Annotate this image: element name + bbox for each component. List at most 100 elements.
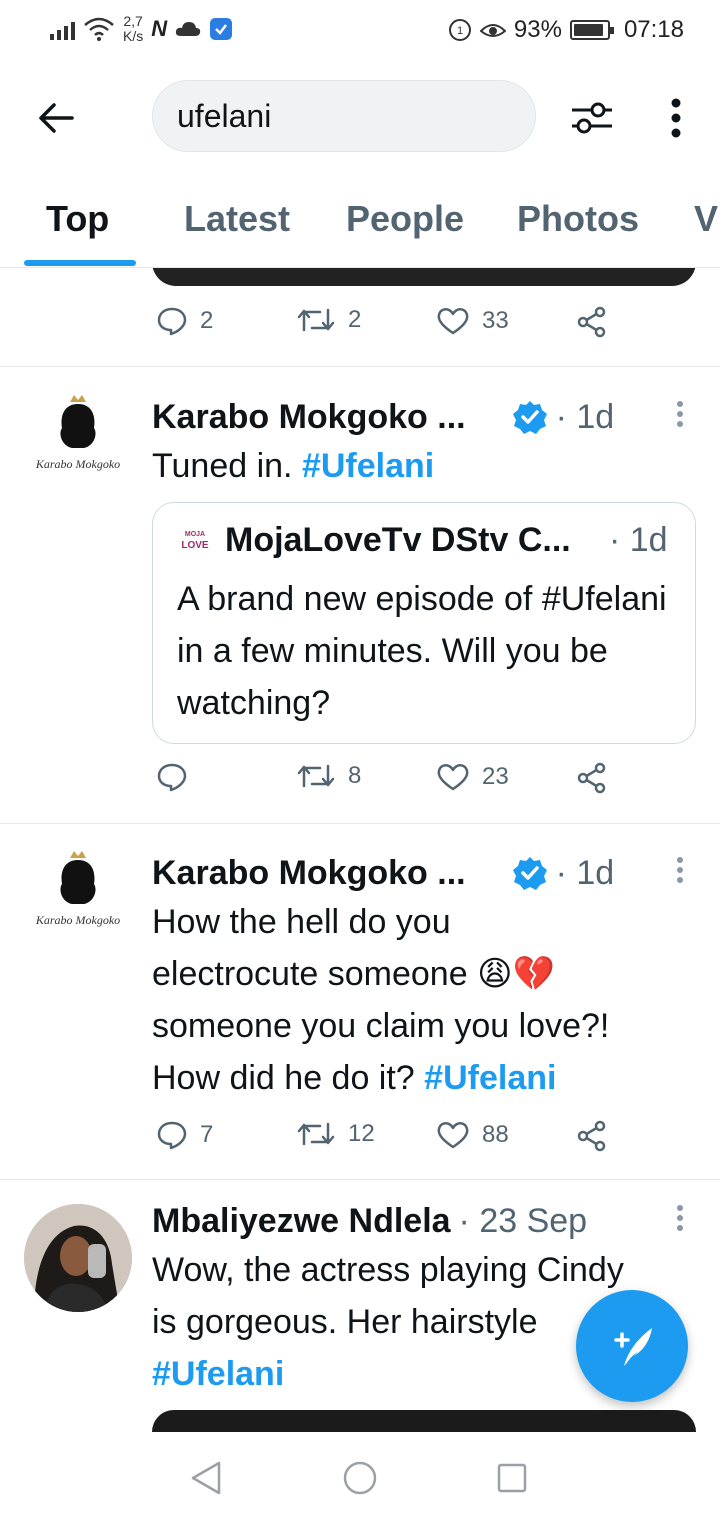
verified-icon	[512, 401, 547, 434]
more-vertical-icon	[677, 401, 683, 427]
like-icon	[437, 763, 469, 791]
wifi-icon	[84, 17, 114, 41]
like-count: 88	[482, 1121, 509, 1148]
avatar-caption: Karabo Mokgoko	[35, 913, 120, 927]
tab-people[interactable]: People	[346, 198, 464, 240]
tweet-more-button[interactable]	[668, 1198, 692, 1238]
svg-text:1: 1	[457, 25, 463, 37]
hashtag-link[interactable]: #Ufelani	[424, 1059, 556, 1097]
clock: 07:18	[623, 16, 684, 43]
nav-recents-button[interactable]	[492, 1458, 532, 1498]
reply-icon	[157, 307, 187, 336]
cell-signal-icon	[50, 18, 75, 40]
author-logo: Karabo Mokgoko	[24, 850, 132, 958]
data-saver-icon: 1	[448, 19, 471, 41]
like-count: 23	[482, 763, 509, 790]
like-icon	[437, 307, 469, 335]
filter-icon	[572, 102, 612, 134]
tweet-actions: 8 23	[152, 762, 632, 802]
nav-back-button[interactable]	[186, 1458, 226, 1498]
quote-avatar: MOJA LOVE	[181, 529, 209, 557]
system-nav-bar	[0, 1432, 720, 1520]
quote-text: A brand new episode of #Ufelani in a few…	[177, 580, 667, 722]
search-header	[0, 62, 720, 172]
tweet-time: · 23 Sep	[458, 1201, 588, 1240]
tweet-media[interactable]	[152, 268, 696, 286]
quote-logo-line1: MOJA	[184, 531, 206, 538]
cloud-icon	[175, 22, 201, 36]
tweet-line: someone you claim you love?!	[152, 1007, 610, 1045]
avatar-caption: Karabo Mokgoko	[35, 457, 120, 471]
share-button[interactable]	[576, 306, 608, 338]
nfc-icon: N	[151, 16, 168, 41]
nav-home-button[interactable]	[340, 1458, 380, 1498]
divider	[0, 1179, 720, 1180]
search-filter-button[interactable]	[566, 92, 618, 144]
like-button[interactable]: 33	[436, 306, 509, 336]
author-name[interactable]: Karabo Mokgoko ...	[152, 398, 466, 437]
tab-videos[interactable]: V	[694, 198, 718, 240]
battery-percent: 93%	[513, 16, 562, 43]
like-button[interactable]: 88	[436, 1120, 509, 1150]
speed-value: 2,7	[123, 13, 143, 29]
network-speed: 2,7 K/s	[123, 14, 143, 44]
share-button[interactable]	[576, 1120, 608, 1152]
divider	[0, 823, 720, 824]
tab-latest[interactable]: Latest	[184, 198, 290, 240]
reply-button[interactable]	[156, 762, 200, 792]
quote-logo-line2: LOVE	[181, 540, 209, 551]
like-button[interactable]: 23	[436, 762, 509, 792]
verified-icon	[512, 857, 547, 890]
divider	[0, 366, 720, 367]
retweet-button[interactable]: 8	[296, 762, 361, 790]
nav-back-icon	[191, 1461, 221, 1495]
retweet-count: 8	[348, 762, 362, 789]
nav-recents-icon	[497, 1463, 527, 1493]
search-results-feed[interactable]: 2 2 33 Karabo Mokgoko Karabo Mokgoko ...	[0, 268, 720, 1432]
emoji: 😩💔	[477, 955, 555, 993]
reply-count: 2	[200, 307, 214, 334]
search-box[interactable]	[152, 80, 536, 152]
active-tab-indicator	[24, 260, 136, 266]
tweet-line: Wow, the actress playing Cindy	[152, 1251, 624, 1289]
more-options-button[interactable]	[656, 92, 696, 144]
search-input[interactable]	[177, 95, 517, 137]
app-notification-icon	[210, 18, 233, 40]
nav-home-icon	[343, 1461, 377, 1495]
retweet-button[interactable]: 2	[296, 306, 361, 334]
reply-button[interactable]: 2	[156, 306, 213, 336]
retweet-button[interactable]: 12	[296, 1120, 375, 1148]
tweet-text: Tuned in. #Ufelani	[152, 440, 434, 492]
eye-comfort-icon	[479, 24, 506, 37]
tweet-line: electrocute someone 😩💔	[152, 948, 672, 1000]
tweet-header: Karabo Mokgoko ... · 1d	[152, 850, 672, 896]
tweet-more-button[interactable]	[668, 850, 692, 890]
author-name[interactable]: Karabo Mokgoko ...	[152, 854, 466, 893]
back-button[interactable]	[32, 94, 80, 142]
retweet-count: 2	[348, 306, 362, 333]
share-icon	[577, 306, 606, 338]
tweet-line: How the hell do you	[152, 903, 451, 941]
tweet-header: Karabo Mokgoko ... · 1d	[152, 394, 672, 440]
tab-photos[interactable]: Photos	[517, 198, 639, 240]
compose-icon	[614, 1328, 652, 1366]
avatar[interactable]	[24, 1204, 132, 1312]
search-tabs: Top Latest People Photos V	[0, 172, 720, 268]
battery-level	[573, 24, 604, 36]
avatar[interactable]: Karabo Mokgoko	[24, 394, 132, 502]
tweet-line: How did he do it? #Ufelani	[152, 1052, 672, 1104]
hashtag-link[interactable]: #Ufelani	[302, 447, 434, 485]
tweet-media[interactable]	[152, 1410, 696, 1432]
tweet-text-plain: Tuned in.	[152, 447, 302, 485]
quote-author-name: MojaLoveTv DStv C...	[225, 521, 571, 559]
reply-button[interactable]: 7	[156, 1120, 213, 1150]
quoted-tweet[interactable]: MOJA LOVE MojaLoveTv DStv C... · 1d A br…	[152, 502, 696, 744]
tab-top[interactable]: Top	[46, 198, 109, 240]
reply-icon	[157, 763, 187, 792]
author-name[interactable]: Mbaliyezwe Ndlela	[152, 1202, 451, 1241]
compose-tweet-button[interactable]	[576, 1290, 688, 1402]
tweet-actions: 2 2 33	[152, 306, 632, 346]
share-button[interactable]	[576, 762, 608, 794]
avatar[interactable]: Karabo Mokgoko	[24, 850, 132, 958]
tweet-more-button[interactable]	[668, 394, 692, 434]
